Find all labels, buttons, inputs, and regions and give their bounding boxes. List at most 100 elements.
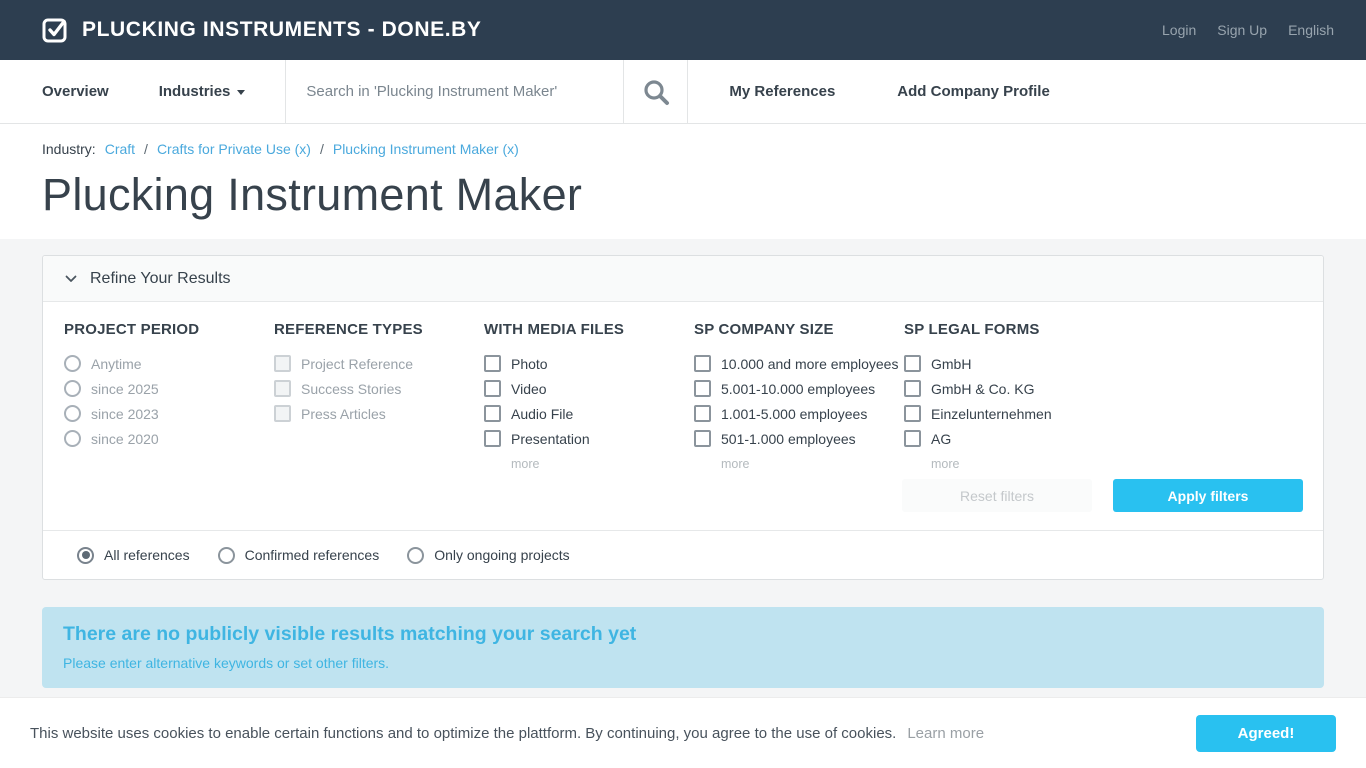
- option-label: Video: [511, 380, 547, 397]
- checkbox-icon: [484, 405, 501, 422]
- search-input[interactable]: [286, 83, 624, 100]
- radio-icon: [64, 405, 81, 422]
- breadcrumb-separator: /: [144, 141, 148, 157]
- refine-panel-toggle[interactable]: Refine Your Results: [43, 256, 1323, 302]
- legal-forms-more-link[interactable]: more: [931, 457, 959, 471]
- nav-my-references[interactable]: My References: [688, 60, 835, 123]
- option-label: AG: [931, 430, 952, 447]
- radio-icon: [64, 355, 81, 372]
- checkbox-icon: [274, 355, 291, 372]
- reset-filters-button[interactable]: Reset filters: [902, 479, 1092, 512]
- checkbox-ag[interactable]: AG: [904, 430, 1114, 447]
- breadcrumb-separator: /: [319, 141, 324, 157]
- cookie-agree-button[interactable]: Agreed!: [1196, 714, 1336, 752]
- checkbox-icon: [904, 380, 921, 397]
- option-label: 1.001-5.000 employees: [721, 405, 868, 422]
- checkbox-press-articles[interactable]: Press Articles: [274, 405, 484, 422]
- filter-column-reference-types: REFERENCE TYPES Project Reference Succes…: [274, 321, 484, 479]
- nav-industries-label: Industries: [158, 83, 231, 100]
- results-section: Refine Your Results PROJECT PERIOD Anyti…: [0, 239, 1366, 688]
- search-button[interactable]: [623, 60, 689, 123]
- radio-icon: [407, 546, 425, 564]
- search-cell: [285, 60, 624, 123]
- main-nav: Overview Industries My References Add Co…: [0, 60, 1366, 124]
- apply-filters-button[interactable]: Apply filters: [1113, 479, 1303, 512]
- nav-industries-dropdown[interactable]: Industries: [109, 60, 286, 123]
- chevron-down-icon: [237, 90, 246, 95]
- cookie-consent-bar: This website uses cookies to enable cert…: [0, 697, 1366, 768]
- language-link[interactable]: English: [1288, 22, 1334, 38]
- filter-heading: PROJECT PERIOD: [64, 321, 200, 338]
- breadcrumb-item-plucking-instrument-maker[interactable]: Plucking Instrument Maker (x): [333, 141, 519, 157]
- header-links: Login Sign Up English: [1162, 22, 1334, 38]
- radio-since-2025[interactable]: since 2025: [64, 380, 274, 397]
- signup-link[interactable]: Sign Up: [1217, 22, 1267, 38]
- option-label: Anytime: [91, 355, 142, 372]
- no-results-subtitle: Please enter alternative keywords or set…: [63, 655, 390, 671]
- option-label: All references: [104, 547, 190, 563]
- checkbox-5001-10000-employees[interactable]: 5.001-10.000 employees: [694, 380, 904, 397]
- app-header: PLUCKING INSTRUMENTS - DONE.BY Login Sig…: [0, 0, 1366, 60]
- chevron-down-icon: [65, 275, 77, 283]
- checkbox-icon: [694, 405, 711, 422]
- option-label: Success Stories: [301, 380, 402, 397]
- learn-more-link[interactable]: Learn more: [907, 725, 984, 742]
- checkbox-icon: [694, 380, 711, 397]
- radio-selected-icon: [77, 546, 94, 564]
- search-icon: [642, 78, 670, 106]
- filter-column-company-size: SP COMPANY SIZE 10.000 and more employee…: [694, 321, 904, 479]
- no-results-message: There are no publicly visible results ma…: [42, 607, 1324, 688]
- checkbox-10000-and-more-employees[interactable]: 10.000 and more employees: [694, 355, 904, 372]
- refine-results-panel: Refine Your Results PROJECT PERIOD Anyti…: [42, 255, 1324, 580]
- checkbox-icon: [904, 355, 921, 372]
- checkbox-audio-file[interactable]: Audio File: [484, 405, 694, 422]
- media-files-more-link[interactable]: more: [511, 457, 539, 471]
- filter-heading: WITH MEDIA FILES: [484, 321, 625, 338]
- checkbox-video[interactable]: Video: [484, 380, 694, 397]
- option-label: Audio File: [511, 405, 574, 422]
- checkbox-1001-5000-employees[interactable]: 1.001-5.000 employees: [694, 405, 904, 422]
- radio-since-2020[interactable]: since 2020: [64, 430, 274, 447]
- no-results-title: There are no publicly visible results ma…: [63, 623, 637, 645]
- breadcrumb-item-crafts-private-use[interactable]: Crafts for Private Use (x): [157, 141, 311, 157]
- nav-overview[interactable]: Overview: [0, 60, 109, 123]
- checkbox-501-1000-employees[interactable]: 501-1.000 employees: [694, 430, 904, 447]
- company-size-more-link[interactable]: more: [721, 457, 749, 471]
- checkbox-success-stories[interactable]: Success Stories: [274, 380, 484, 397]
- radio-only-ongoing-projects[interactable]: Only ongoing projects: [407, 546, 570, 564]
- checkbox-gmbh[interactable]: GmbH: [904, 355, 1114, 372]
- checkbox-icon: [904, 405, 921, 422]
- breadcrumb: Industry: Craft / Crafts for Private Use…: [42, 141, 1324, 157]
- checkbox-photo[interactable]: Photo: [484, 355, 694, 372]
- option-label: Project Reference: [301, 355, 414, 372]
- checkbox-icon: [694, 430, 711, 447]
- checkbox-check-icon: [42, 17, 69, 44]
- filter-heading: SP COMPANY SIZE: [694, 321, 834, 338]
- radio-all-references[interactable]: All references: [77, 546, 190, 564]
- checkbox-icon: [274, 380, 291, 397]
- checkbox-icon: [484, 355, 501, 372]
- checkbox-icon: [484, 430, 501, 447]
- site-logo[interactable]: PLUCKING INSTRUMENTS - DONE.BY: [42, 17, 482, 44]
- nav-add-company-profile[interactable]: Add Company Profile: [835, 60, 1050, 123]
- option-label: Einzelunternehmen: [931, 405, 1052, 422]
- breadcrumb-item-craft[interactable]: Craft: [105, 141, 135, 157]
- option-label: Press Articles: [301, 405, 386, 422]
- checkbox-project-reference[interactable]: Project Reference: [274, 355, 484, 372]
- site-title: PLUCKING INSTRUMENTS - DONE.BY: [82, 18, 482, 41]
- radio-since-2023[interactable]: since 2023: [64, 405, 274, 422]
- option-label: since 2025: [91, 380, 159, 397]
- checkbox-presentation[interactable]: Presentation: [484, 430, 694, 447]
- checkbox-icon: [484, 380, 501, 397]
- radio-anytime[interactable]: Anytime: [64, 355, 274, 372]
- checkbox-einzelunternehmen[interactable]: Einzelunternehmen: [904, 405, 1114, 422]
- reference-scope-row: All references Confirmed references Only…: [43, 530, 1323, 579]
- filter-heading: REFERENCE TYPES: [274, 321, 423, 338]
- checkbox-gmbh-co-kg[interactable]: GmbH & Co. KG: [904, 380, 1114, 397]
- radio-icon: [217, 546, 235, 564]
- radio-confirmed-references[interactable]: Confirmed references: [217, 546, 379, 564]
- option-label: Presentation: [511, 430, 590, 447]
- login-link[interactable]: Login: [1162, 22, 1196, 38]
- option-label: 501-1.000 employees: [721, 430, 856, 447]
- checkbox-icon: [274, 405, 291, 422]
